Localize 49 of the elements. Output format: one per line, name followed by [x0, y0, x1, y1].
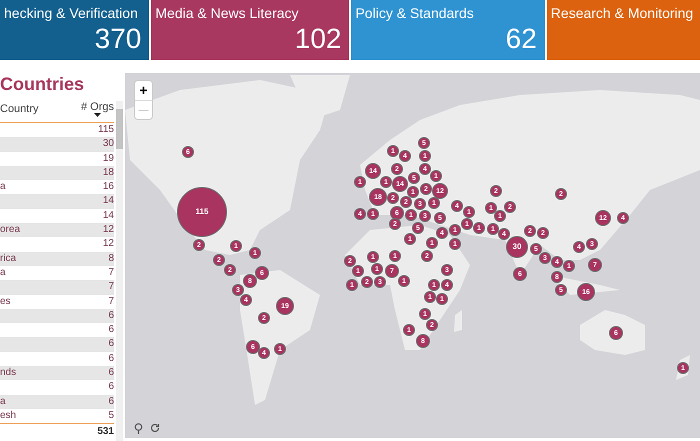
- card-value: 62: [506, 22, 538, 56]
- table-cell-text: 30: [102, 137, 114, 152]
- table-cell-text: 14: [102, 194, 114, 208]
- card-value: 102: [294, 22, 342, 56]
- pin-icon[interactable]: [134, 423, 143, 434]
- table-cell-text: 7: [108, 266, 114, 280]
- category-card[interactable]: Policy & Standards 62: [351, 0, 545, 60]
- table-cell: 6: [108, 366, 114, 380]
- table-cell: rica: [0, 252, 16, 266]
- column-header[interactable]: # Orgs: [80, 101, 114, 113]
- table-cell-text: 6: [108, 380, 114, 394]
- scrollbar[interactable]: [116, 101, 123, 441]
- reset-icon[interactable]: [150, 423, 160, 433]
- card-value: 370: [94, 22, 142, 56]
- table-cell: 12: [102, 223, 114, 238]
- category-card[interactable]: Media & News Literacy 102: [151, 0, 350, 60]
- column-header[interactable]: Country: [0, 101, 39, 118]
- table-cell: es: [0, 294, 11, 309]
- table-cell-text: 14: [102, 208, 114, 223]
- panel-title: Countries: [0, 73, 86, 95]
- category-card[interactable]: hecking & Verification 370: [0, 0, 150, 60]
- table-cell-text: 115: [98, 123, 114, 137]
- table-cell: 7: [108, 294, 114, 309]
- category-card[interactable]: Research & Monitoring: [546, 0, 700, 60]
- zoom-in-button[interactable]: +: [135, 81, 152, 100]
- table-cell: orea: [0, 223, 20, 238]
- table-cell: a: [0, 394, 6, 409]
- table-cell: nds: [0, 366, 16, 380]
- table-cell: 8: [108, 252, 114, 266]
- table-cell-text: 18: [102, 166, 114, 180]
- sort-arrow-icon: [94, 113, 101, 117]
- card-title: hecking & Verification: [4, 4, 139, 22]
- table-cell-text: 12: [102, 237, 114, 252]
- table-cell: 6: [108, 323, 114, 338]
- table-cell: 16: [102, 180, 114, 194]
- table-cell-text: 5: [108, 408, 114, 423]
- card-title: Media & News Literacy: [155, 4, 300, 22]
- card-title: Policy & Standards: [355, 4, 475, 22]
- total-value: 531: [97, 425, 114, 438]
- table-cell-text: 7: [108, 280, 114, 294]
- table-cell: a: [0, 180, 6, 194]
- card-title: Research & Monitoring: [550, 4, 694, 22]
- table-cell-text: a: [0, 266, 6, 280]
- table-cell-text: esh: [0, 408, 16, 423]
- table-cell-text: 6: [108, 352, 114, 366]
- table-cell-text: 6: [108, 308, 114, 323]
- table-cell: 6: [108, 394, 114, 409]
- table-cell: 19: [102, 152, 114, 166]
- table-cell-text: 6: [108, 337, 114, 352]
